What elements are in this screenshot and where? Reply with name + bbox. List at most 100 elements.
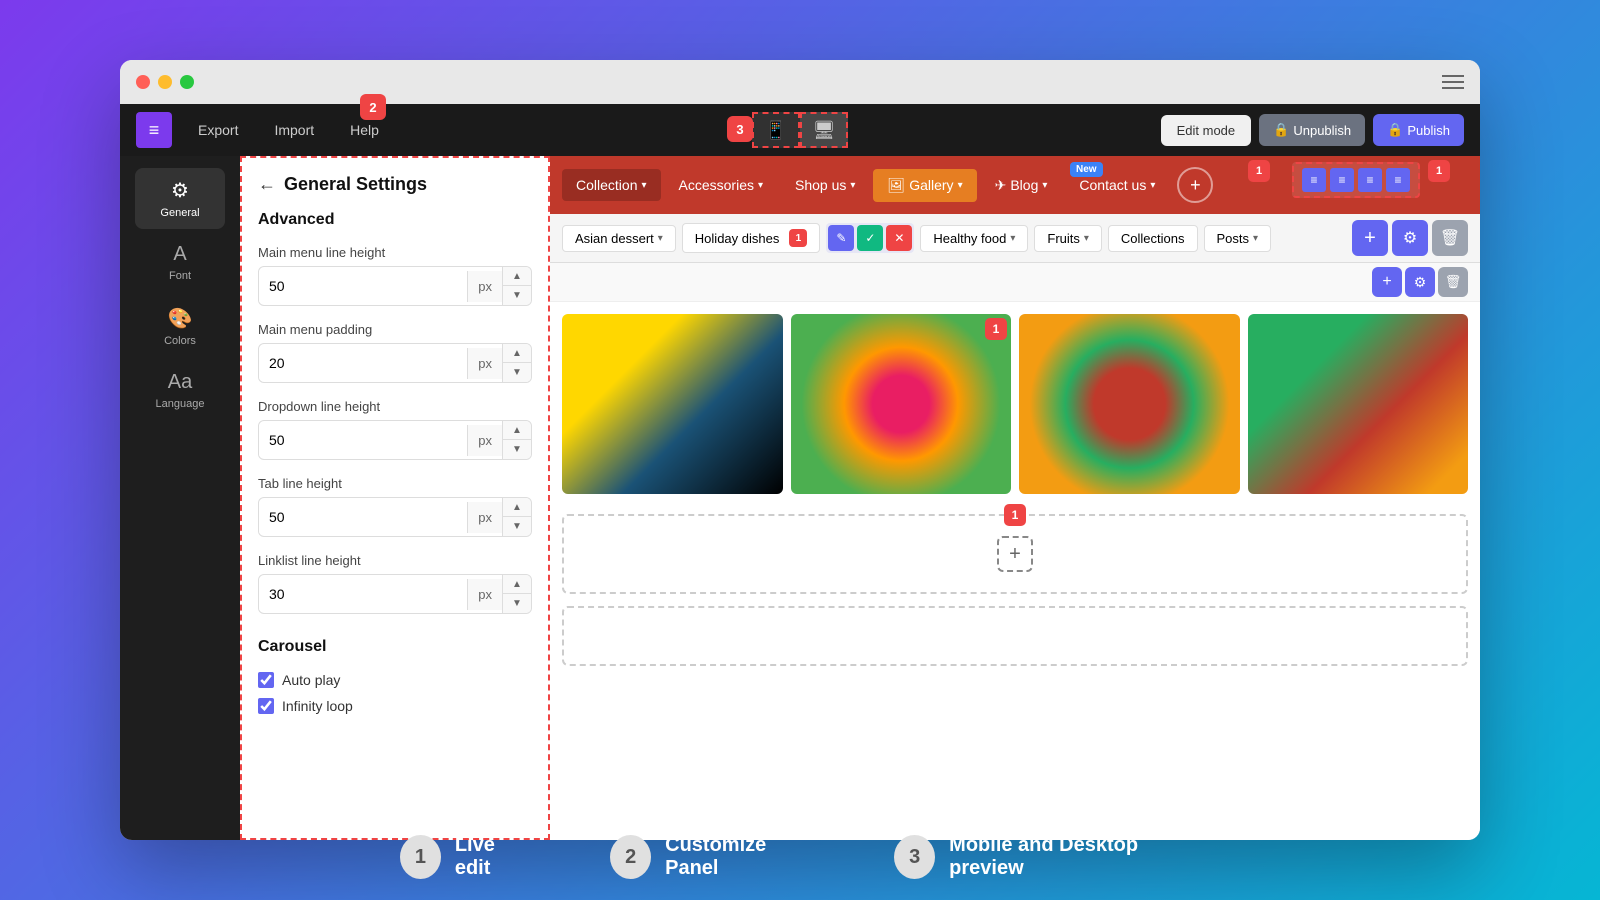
add-submenu-button[interactable]: + — [1352, 220, 1388, 256]
chevron-icon-3: ▾ — [958, 180, 963, 191]
chevron-icon-5: ▾ — [1150, 180, 1155, 191]
field-input-3[interactable] — [259, 501, 467, 533]
stepper-down-0[interactable]: ▼ — [503, 286, 531, 305]
hamburger-icon[interactable] — [1442, 75, 1464, 89]
align-right-icon[interactable]: ≡ — [1358, 168, 1382, 192]
submenu-edit-btn[interactable]: ✎ — [828, 225, 854, 251]
add-section-2 — [562, 606, 1468, 666]
submenu-posts[interactable]: Posts ▾ — [1204, 225, 1272, 252]
gear-submenu-button[interactable]: ⚙ — [1392, 220, 1428, 256]
sidebar-item-colors[interactable]: 🎨 Colors — [135, 296, 225, 357]
traffic-lights — [136, 75, 194, 89]
preview-controls: 3 📱 🖥 — [752, 112, 848, 148]
submenu-healthy-food[interactable]: Healthy food ▾ — [920, 225, 1028, 252]
submenu-collections[interactable]: Collections — [1108, 225, 1198, 252]
submenu-check-btn[interactable]: ✓ — [857, 225, 883, 251]
field-unit-0: px — [467, 271, 502, 302]
maximize-button[interactable] — [180, 75, 194, 89]
help-button[interactable]: Help — [340, 116, 389, 144]
food-image-3 — [1019, 314, 1240, 494]
publish-button[interactable]: 🔒 Publish — [1373, 114, 1464, 146]
stepper-down-1[interactable]: ▼ — [503, 363, 531, 382]
stepper-down-4[interactable]: ▼ — [503, 594, 531, 613]
sidebar-item-general[interactable]: ⚙ General — [135, 168, 225, 229]
food-image-4 — [1248, 314, 1469, 494]
nav-item-accessories[interactable]: Accessories ▾ — [665, 169, 778, 201]
nav-label-shopus: Shop us — [795, 177, 846, 193]
export-button[interactable]: Export — [188, 116, 248, 144]
chevron-icon-0: ▾ — [641, 180, 646, 191]
infinity-loop-checkbox[interactable] — [258, 698, 274, 714]
add-row-button[interactable]: + — [1372, 267, 1402, 297]
chevron-fruits: ▾ — [1084, 233, 1089, 244]
add-nav-item-button[interactable]: + — [1177, 167, 1213, 203]
stepper-up-1[interactable]: ▲ — [503, 344, 531, 363]
field-stepper-3[interactable]: ▲ ▼ — [502, 498, 531, 536]
badge1-addsection: 1 — [1004, 504, 1026, 526]
autoplay-row: Auto play — [258, 672, 532, 688]
stepper-up-3[interactable]: ▲ — [503, 498, 531, 517]
sidebar-label-general: General — [160, 207, 199, 219]
trash-row-button[interactable]: 🗑 — [1438, 267, 1468, 297]
sidebar-item-language[interactable]: Aa Language — [135, 361, 225, 420]
submenu-fruits[interactable]: Fruits ▾ — [1034, 225, 1102, 252]
nav-item-gallery[interactable]: 🖼 Gallery ▾ — [873, 169, 976, 202]
legend-item-1: 1 Live edit — [400, 834, 530, 880]
submenu-edit-controls: 1 — [789, 229, 807, 247]
field-label-3: Tab line height — [258, 476, 532, 491]
trash-submenu-button[interactable]: 🗑 — [1432, 220, 1468, 256]
align-left-icon[interactable]: ≡ — [1302, 168, 1326, 192]
legend-text-1: Live edit — [455, 834, 530, 880]
field-input-0[interactable] — [259, 270, 467, 302]
browser-titlebar — [120, 60, 1480, 104]
field-stepper-1[interactable]: ▲ ▼ — [502, 344, 531, 382]
food-image-1 — [562, 314, 783, 494]
font-icon: A — [173, 243, 186, 266]
align-center-icon[interactable]: ≡ — [1330, 168, 1354, 192]
editor-container: ⚙ General A Font 🎨 Colors Aa Language ← … — [120, 156, 1480, 840]
gear-row-button[interactable]: ⚙ — [1405, 267, 1435, 297]
add-section-button[interactable]: + — [997, 536, 1033, 572]
legend-item-3: 3 Mobile and Desktop preview — [894, 834, 1200, 880]
desktop-preview-button[interactable]: 🖥 — [800, 112, 848, 148]
field-linklist-line-height: Linklist line height px ▲ ▼ — [258, 553, 532, 614]
align-justify-icon[interactable]: ≡ — [1386, 168, 1410, 192]
field-input-4[interactable] — [259, 578, 467, 610]
stepper-down-2[interactable]: ▼ — [503, 440, 531, 459]
field-input-row-0: px ▲ ▼ — [258, 266, 532, 306]
chevron-icon-4: ▾ — [1042, 180, 1047, 191]
unpublish-button[interactable]: 🔒 Unpublish — [1259, 114, 1365, 146]
stepper-up-2[interactable]: ▲ — [503, 421, 531, 440]
field-input-2[interactable] — [259, 424, 467, 456]
field-main-menu-line-height: Main menu line height px ▲ ▼ — [258, 245, 532, 306]
back-button[interactable]: ← — [258, 174, 276, 195]
field-stepper-2[interactable]: ▲ ▼ — [502, 421, 531, 459]
panel-title: General Settings — [284, 174, 427, 195]
stepper-down-3[interactable]: ▼ — [503, 517, 531, 536]
nav-item-collection[interactable]: Collection ▾ — [562, 169, 661, 201]
nav-item-shopus[interactable]: Shop us ▾ — [781, 169, 869, 201]
import-button[interactable]: Import — [264, 116, 324, 144]
mobile-preview-button[interactable]: 📱 — [752, 112, 800, 148]
autoplay-checkbox[interactable] — [258, 672, 274, 688]
section-advanced-label: Advanced — [258, 211, 532, 229]
close-button[interactable] — [136, 75, 150, 89]
nav-label-accessories: Accessories — [679, 177, 754, 193]
stepper-up-0[interactable]: ▲ — [503, 267, 531, 286]
edit-mode-button[interactable]: Edit mode — [1161, 115, 1252, 146]
field-stepper-0[interactable]: ▲ ▼ — [502, 267, 531, 305]
field-input-row-4: px ▲ ▼ — [258, 574, 532, 614]
stepper-up-4[interactable]: ▲ — [503, 575, 531, 594]
minimize-button[interactable] — [158, 75, 172, 89]
sidebar-item-font[interactable]: A Font — [135, 233, 225, 292]
submenu-asian-dessert[interactable]: Asian dessert ▾ — [562, 225, 676, 252]
settings-panel: ← General Settings Advanced Main menu li… — [240, 156, 550, 840]
field-input-row-3: px ▲ ▼ — [258, 497, 532, 537]
submenu-delete-btn[interactable]: ✕ — [886, 225, 912, 251]
submenu-right-controls: + ⚙ 🗑 — [1352, 220, 1468, 256]
nav-item-blog[interactable]: ✈ Blog ▾ — [981, 169, 1062, 202]
badge-3: 3 — [727, 116, 753, 142]
field-input-1[interactable] — [259, 347, 467, 379]
submenu-holiday-dishes[interactable]: Holiday dishes 1 — [682, 223, 821, 253]
field-stepper-4[interactable]: ▲ ▼ — [502, 575, 531, 613]
